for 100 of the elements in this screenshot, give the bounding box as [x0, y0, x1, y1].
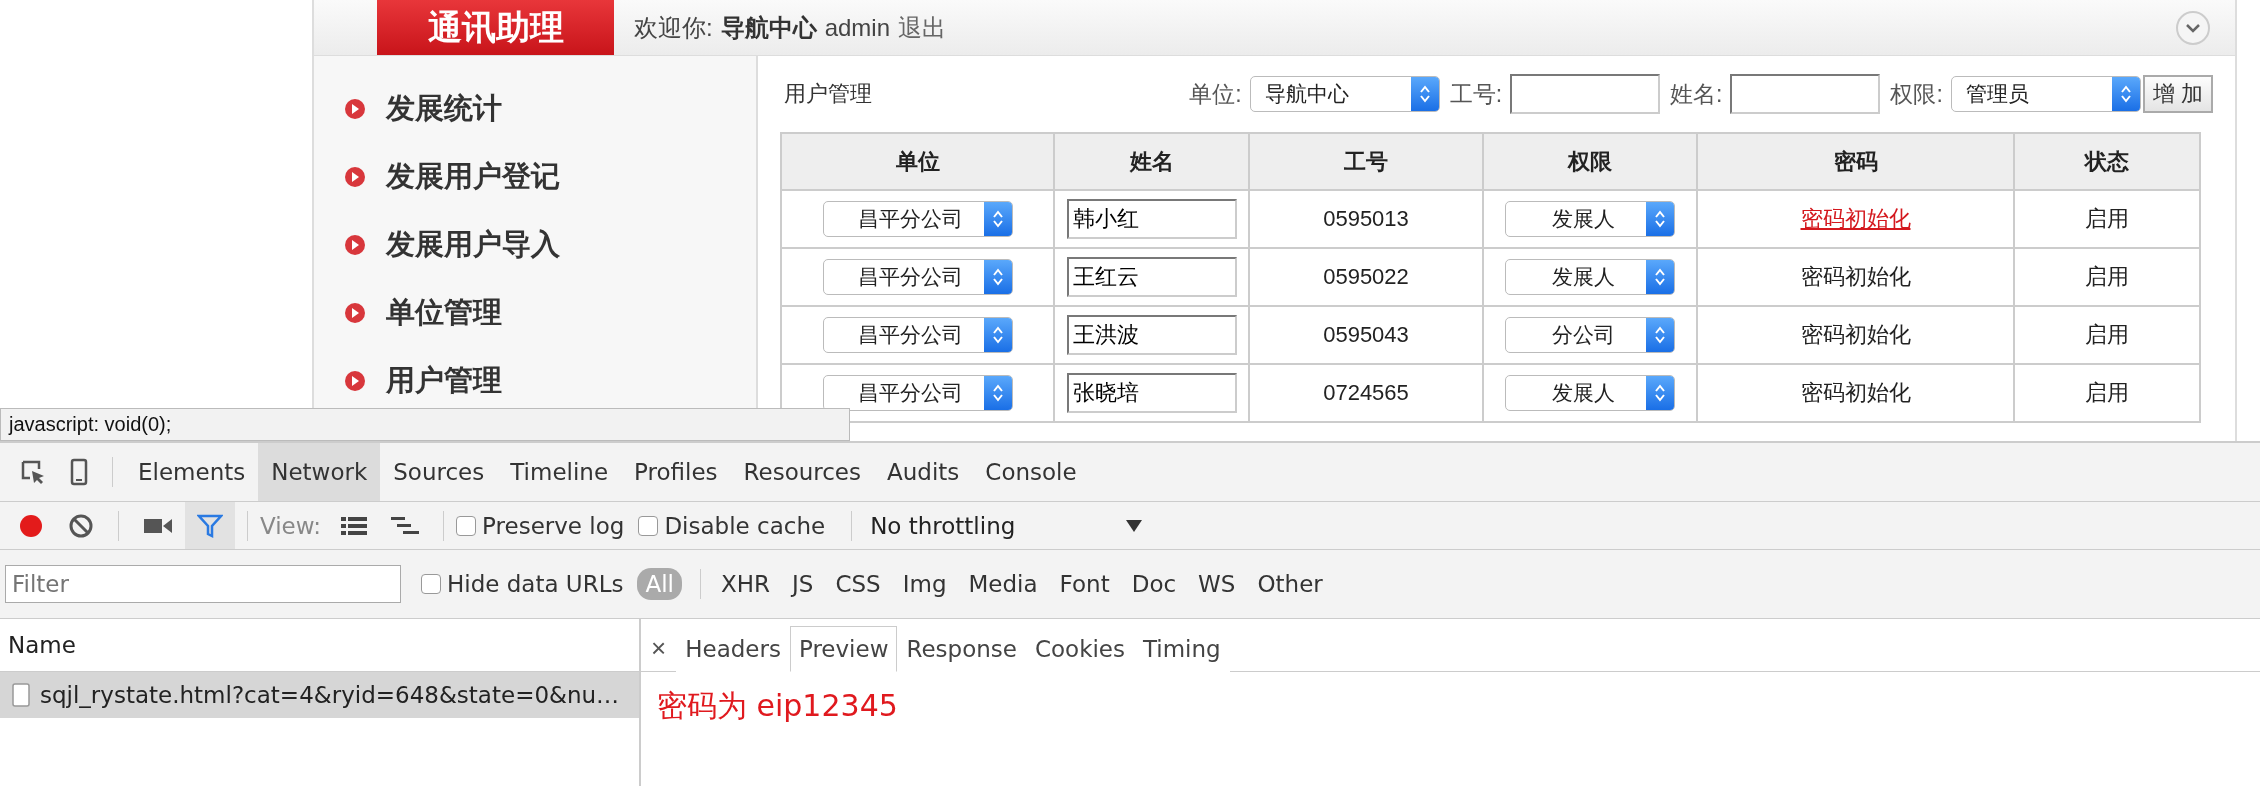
name-input[interactable]: 张晓培 [1066, 373, 1237, 413]
column-header: 单位 [781, 133, 1054, 190]
column-header: 工号 [1249, 133, 1483, 190]
stepper-icon [1646, 376, 1674, 410]
type-filter[interactable]: Img [894, 568, 955, 600]
table-cell: 0724565 [1323, 380, 1409, 405]
table-cell: 0595013 [1323, 206, 1409, 231]
table-cell: 启用 [2085, 264, 2129, 289]
name-input[interactable]: 王红云 [1066, 257, 1237, 297]
devtools-tab[interactable]: Timeline [497, 443, 622, 501]
filter-label: 单位: [1189, 79, 1242, 109]
table-cell: 启用 [2085, 322, 2129, 347]
stepper-icon [1410, 77, 1439, 111]
sidebar-item[interactable]: 发展统计 [314, 90, 756, 128]
type-filter[interactable]: Media [960, 568, 1046, 600]
name-input[interactable]: 王洪波 [1066, 315, 1237, 355]
devtools-tab[interactable]: Audits [874, 443, 973, 501]
stepper-icon [983, 318, 1012, 352]
option-checkbox[interactable]: Disable cache [638, 512, 826, 539]
play-circle-icon [344, 370, 366, 392]
stepper-icon [983, 202, 1012, 236]
devtools-tab[interactable]: Sources [380, 443, 498, 501]
app-logo: 通讯助理 [377, 0, 614, 55]
add-button[interactable]: 增 加 [2142, 75, 2213, 113]
throttling-select[interactable]: No throttling [864, 512, 1155, 539]
sidebar-item[interactable]: 发展用户登记 [314, 158, 756, 196]
type-filter[interactable]: XHR [713, 568, 779, 600]
role-select[interactable]: 分公司 [1505, 317, 1675, 353]
devtools-tab[interactable]: Console [972, 443, 1090, 501]
type-filter[interactable]: CSS [827, 568, 889, 600]
filter-label: 姓名: [1670, 79, 1723, 109]
section-title: 用户管理 [784, 80, 873, 108]
type-filter[interactable]: Font [1051, 568, 1118, 600]
stepper-icon [1646, 318, 1674, 352]
table-cell: 启用 [2085, 206, 2129, 231]
reset-password-link[interactable]: 密码初始化 [1800, 322, 1911, 347]
reset-password-link[interactable]: 密码初始化 [1800, 206, 1911, 231]
role-select[interactable]: 发展人 [1505, 375, 1675, 411]
devtools-tab[interactable]: Network [258, 443, 381, 501]
table-cell: 启用 [2085, 380, 2129, 405]
play-circle-icon [344, 302, 366, 324]
play-circle-icon [344, 166, 366, 188]
logout-link[interactable]: 退出 [898, 11, 947, 44]
unit-select[interactable]: 昌平分公司 [822, 259, 1013, 295]
play-circle-icon [344, 98, 366, 120]
filter-input[interactable] [1510, 74, 1661, 114]
sidebar-item[interactable]: 用户管理 [314, 362, 756, 400]
type-filter[interactable]: Doc [1123, 568, 1185, 600]
unit-select[interactable]: 昌平分公司 [822, 317, 1013, 353]
devtools-tab[interactable]: Resources [730, 443, 874, 501]
stepper-icon [1646, 202, 1674, 236]
filter-icon[interactable] [185, 502, 235, 549]
option-checkbox[interactable]: Preserve log [456, 512, 625, 539]
stepper-icon [983, 260, 1012, 294]
column-header: 姓名 [1054, 133, 1249, 190]
unit-select[interactable]: 昌平分公司 [822, 375, 1013, 411]
stepper-icon [1646, 260, 1674, 294]
view-label: View: [260, 512, 322, 539]
file-icon [12, 683, 30, 707]
welcome-label: 欢迎你: [634, 12, 713, 43]
reset-password-link[interactable]: 密码初始化 [1800, 380, 1911, 405]
stepper-icon [983, 376, 1012, 410]
sidebar-item[interactable]: 发展用户导入 [314, 226, 756, 264]
checkbox-icon[interactable] [638, 515, 659, 536]
option-checkbox[interactable]: Hide data URLs [421, 571, 624, 597]
filter-label: 权限: [1890, 79, 1943, 109]
detail-tab[interactable]: Preview [789, 626, 898, 672]
checkbox-icon[interactable] [421, 574, 441, 594]
role-select[interactable]: 发展人 [1505, 259, 1675, 295]
checkbox-icon[interactable] [456, 515, 477, 536]
sidebar-item[interactable]: 单位管理 [314, 294, 756, 332]
type-filter[interactable]: JS [784, 568, 822, 600]
filter-label: 工号: [1449, 79, 1503, 109]
filter-field[interactable]: Filter [5, 565, 401, 603]
user-name: admin [824, 13, 891, 42]
collapse-icon[interactable] [2175, 10, 2211, 46]
request-row[interactable]: sqjl_rystate.html?cat=4&ryid=648&state=0&nu… [0, 672, 639, 718]
name-input[interactable]: 韩小红 [1066, 199, 1237, 239]
column-header: 状态 [2014, 133, 2200, 190]
preview-text: 密码为 eip12345 [656, 687, 899, 725]
filter-select[interactable]: 导航中心 [1249, 76, 1440, 112]
type-filter[interactable]: Other [1249, 568, 1331, 600]
play-circle-icon [344, 234, 366, 256]
filter-select[interactable]: 管理员 [1950, 76, 2141, 112]
table-cell: 0595022 [1323, 264, 1409, 289]
table-cell: 0595043 [1323, 322, 1409, 347]
devtools-tab[interactable]: Elements [125, 443, 259, 501]
column-header: 权限 [1483, 133, 1697, 190]
role-select[interactable]: 发展人 [1505, 201, 1675, 237]
close-button[interactable]: × [651, 625, 677, 671]
status-tooltip: javascript: void(0); [0, 408, 850, 441]
unit-select[interactable]: 昌平分公司 [822, 201, 1013, 237]
type-filter[interactable]: WS [1190, 568, 1244, 600]
reset-password-link[interactable]: 密码初始化 [1800, 264, 1911, 289]
stepper-icon [2111, 77, 2140, 111]
unit-name: 导航中心 [720, 12, 817, 43]
filter-input[interactable] [1730, 74, 1881, 114]
caret-icon [1126, 519, 1143, 532]
column-header: 密码 [1697, 133, 2014, 190]
devtools-tab[interactable]: Profiles [621, 443, 731, 501]
